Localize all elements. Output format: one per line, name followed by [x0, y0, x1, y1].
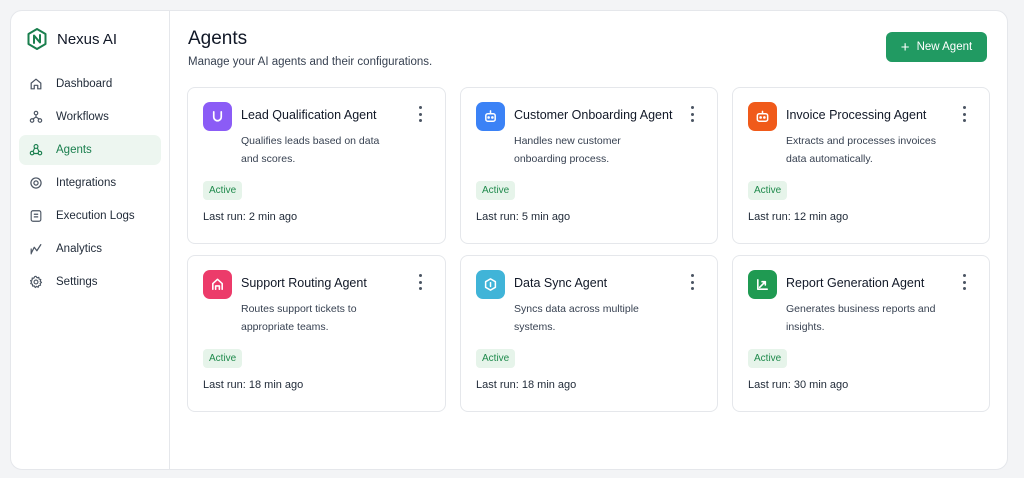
agent-icon-container [476, 270, 505, 299]
status-badge: Active [476, 349, 516, 368]
agent-name[interactable]: Lead Qualification Agent [241, 108, 377, 122]
sidebar-item-settings[interactable]: Settings [19, 267, 161, 297]
brand[interactable]: Nexus AI [27, 27, 161, 51]
nexus-logo-icon [27, 28, 47, 50]
status-badge: Active [203, 349, 243, 368]
agent-card[interactable]: Customer Onboarding Agent Handles new cu… [460, 87, 718, 244]
trend-icon [757, 279, 768, 290]
sidebar-item-label: Execution Logs [56, 210, 135, 222]
agent-description: Extracts and processes invoices data aut… [786, 135, 936, 165]
more-menu-icon[interactable] [415, 106, 425, 122]
last-run-text: Last run: 30 min ago [748, 379, 849, 391]
magnet-icon [212, 110, 223, 122]
sidebar-item-agents[interactable]: Agents [19, 135, 161, 165]
sidebar-item-label: Settings [56, 276, 98, 288]
agent-card[interactable]: Data Sync Agent Syncs data across multip… [460, 255, 718, 412]
page-subtitle: Manage your AI agents and their configur… [188, 56, 433, 68]
more-menu-icon[interactable] [959, 274, 969, 290]
last-run-text: Last run: 18 min ago [476, 379, 577, 391]
agent-card[interactable]: Support Routing Agent Routes support tic… [187, 255, 446, 412]
home-icon [30, 78, 42, 90]
agents-grid: Lead Qualification Agent Qualifies leads… [187, 87, 990, 412]
routing-icon [212, 278, 223, 290]
more-menu-icon[interactable] [959, 106, 969, 122]
analytics-icon [30, 244, 42, 255]
sync-icon [484, 278, 497, 291]
new-agent-button[interactable]: + New Agent [886, 32, 987, 62]
last-run-text: Last run: 12 min ago [748, 211, 849, 223]
brand-name: Nexus AI [57, 30, 118, 48]
agent-name[interactable]: Support Routing Agent [241, 276, 367, 290]
status-badge: Active [203, 181, 243, 200]
sidebar-item-label: Integrations [56, 177, 117, 189]
agent-card[interactable]: Invoice Processing Agent Extracts and pr… [732, 87, 990, 244]
agent-description: Qualifies leads based on data and scores… [241, 135, 380, 165]
sidebar-item-label: Dashboard [56, 78, 113, 90]
agent-card[interactable]: Lead Qualification Agent Qualifies leads… [187, 87, 446, 244]
plus-icon: + [900, 38, 910, 56]
sidebar-item-label: Analytics [56, 243, 103, 255]
new-agent-button-label: New Agent [916, 41, 973, 53]
sidebar-item-label: Agents [56, 144, 92, 156]
agent-name[interactable]: Invoice Processing Agent [786, 108, 926, 122]
agent-description: Syncs data across multiple systems. [514, 303, 639, 333]
sidebar-item-label: Workflows [56, 111, 109, 123]
more-menu-icon[interactable] [415, 274, 425, 290]
agent-name[interactable]: Data Sync Agent [514, 276, 607, 290]
gear-icon [30, 275, 43, 289]
logs-icon [30, 210, 42, 222]
agents-icon [29, 144, 43, 156]
agent-description: Generates business reports and insights. [786, 303, 936, 333]
status-badge: Active [748, 181, 788, 200]
status-badge: Active [748, 349, 788, 368]
sidebar-item-execution-logs[interactable]: Execution Logs [19, 201, 161, 231]
sidebar-item-workflows[interactable]: Workflows [19, 102, 161, 132]
agent-icon-container [748, 102, 777, 131]
main-content: Agents Manage your AI agents and their c… [170, 11, 1007, 469]
more-menu-icon[interactable] [687, 106, 697, 122]
status-badge: Active [476, 181, 516, 200]
agent-description: Handles new customer onboarding process. [514, 135, 621, 165]
last-run-text: Last run: 2 min ago [203, 211, 298, 223]
more-menu-icon[interactable] [687, 274, 697, 290]
agent-description: Routes support tickets to appropriate te… [241, 303, 357, 333]
agent-icon-container [203, 102, 232, 131]
agent-icon-container [203, 270, 232, 299]
agent-icon-container [748, 270, 777, 299]
invoice-icon [756, 110, 769, 122]
last-run-text: Last run: 5 min ago [476, 211, 571, 223]
last-run-text: Last run: 18 min ago [203, 379, 304, 391]
agent-icon-container [476, 102, 505, 131]
page-title: Agents [188, 28, 248, 49]
agent-name[interactable]: Customer Onboarding Agent [514, 108, 672, 122]
sidebar-item-analytics[interactable]: Analytics [19, 234, 161, 264]
integrations-icon [30, 177, 42, 189]
bot-icon [485, 110, 496, 122]
sidebar: Nexus AI Dashboard Workflows Agents Inte… [11, 11, 170, 469]
workflow-icon [29, 110, 43, 123]
sidebar-item-dashboard[interactable]: Dashboard [19, 69, 161, 99]
app-window: Nexus AI Dashboard Workflows Agents Inte… [10, 10, 1008, 470]
sidebar-item-integrations[interactable]: Integrations [19, 168, 161, 198]
agent-card[interactable]: Report Generation Agent Generates busine… [732, 255, 990, 412]
agent-name[interactable]: Report Generation Agent [786, 276, 924, 290]
